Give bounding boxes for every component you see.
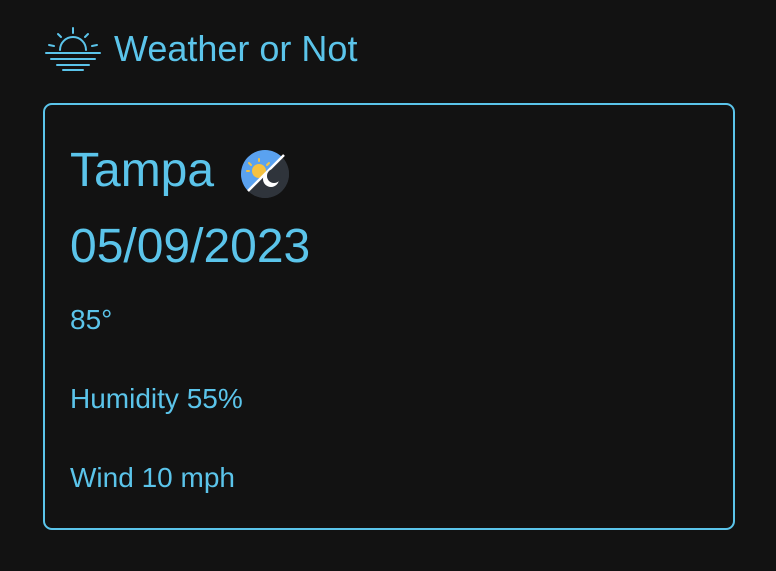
weather-card: Tampa 05/09/2023 85° Humidity 55% Wind 1… xyxy=(43,103,735,530)
city-name: Tampa xyxy=(70,144,215,197)
wind-speed: Wind 10 mph xyxy=(70,462,235,493)
partly-cloudy-night-icon xyxy=(241,150,290,198)
city-row: Tampa xyxy=(70,143,290,199)
temperature: 85° xyxy=(70,304,113,335)
app-title: Weather or Not xyxy=(114,28,358,69)
weather-app: Weather or Not Tampa 05/09/2023 85° Humi… xyxy=(0,0,776,571)
humidity: Humidity 55% xyxy=(70,383,243,414)
app-header: Weather or Not xyxy=(44,26,357,72)
sunset-icon xyxy=(45,27,101,71)
forecast-date: 05/09/2023 xyxy=(70,220,311,273)
